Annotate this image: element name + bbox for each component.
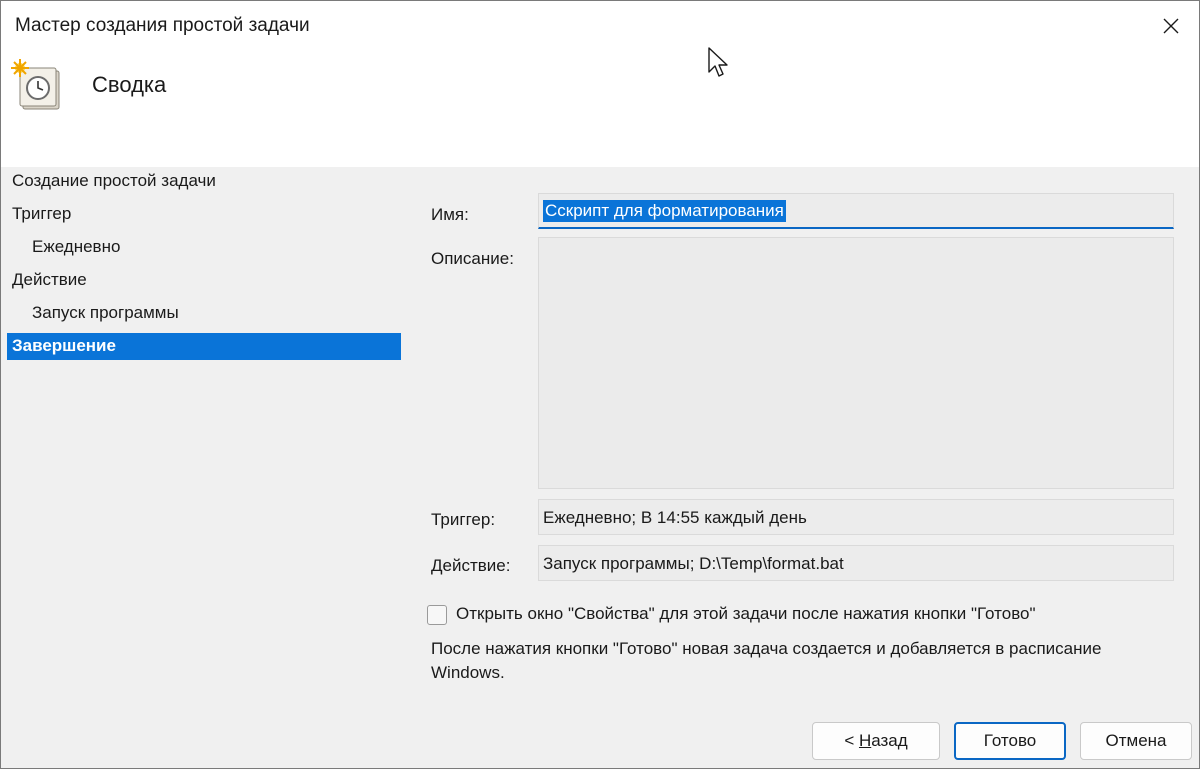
finish-note: После нажатия кнопки "Готово" новая зада… bbox=[431, 639, 1102, 682]
task-scheduler-clock-icon bbox=[11, 59, 60, 110]
name-input-value: Сскрипт для форматирования bbox=[543, 200, 786, 222]
name-label: Имя: bbox=[431, 205, 469, 224]
cancel-button[interactable]: Отмена bbox=[1080, 722, 1192, 760]
close-button[interactable] bbox=[1143, 1, 1199, 51]
wizard-step[interactable]: Ежедневно bbox=[7, 233, 401, 266]
wizard-step[interactable]: Запуск программы bbox=[7, 299, 401, 332]
close-icon bbox=[1163, 18, 1179, 34]
back-button-prefix: < bbox=[844, 731, 859, 750]
window-title: Мастер создания простой задачи bbox=[15, 15, 310, 36]
action-summary-field: Запуск программы; D:\Temp\format.bat bbox=[538, 545, 1174, 581]
open-properties-label[interactable]: Открыть окно "Свойства" для этой задачи … bbox=[456, 604, 1036, 624]
trigger-summary-value: Ежедневно; В 14:55 каждый день bbox=[543, 508, 807, 527]
open-properties-checkbox[interactable] bbox=[427, 605, 447, 625]
back-button-mnemonic: Н bbox=[858, 731, 872, 750]
name-input[interactable]: Сскрипт для форматирования bbox=[538, 193, 1174, 229]
finish-button[interactable]: Готово bbox=[954, 722, 1066, 760]
wizard-step[interactable]: Завершение bbox=[7, 333, 401, 360]
wizard-header: Сводка bbox=[1, 51, 1199, 167]
wizard-steps: Создание простой задачи Триггер Ежедневно Д… bbox=[7, 167, 401, 360]
wizard-step[interactable]: Создание простой задачи bbox=[7, 167, 401, 200]
page-title: Сводка bbox=[92, 72, 167, 97]
back-button[interactable]: < Назад bbox=[812, 722, 940, 760]
trigger-label: Триггер: bbox=[431, 510, 496, 529]
title-bar[interactable]: Мастер создания простой задачи bbox=[1, 1, 1199, 51]
mouse-pointer-icon bbox=[708, 47, 728, 77]
wizard-step[interactable]: Действие bbox=[7, 266, 401, 299]
cancel-button-label: Отмена bbox=[1105, 731, 1167, 750]
finish-button-label: Готово bbox=[983, 731, 1037, 750]
action-summary-value: Запуск программы; D:\Temp\format.bat bbox=[543, 554, 844, 573]
back-button-rest: азад bbox=[871, 731, 908, 750]
wizard-window: Мастер создания простой задачи Сводка Со… bbox=[0, 0, 1200, 769]
trigger-summary-field: Ежедневно; В 14:55 каждый день bbox=[538, 499, 1174, 535]
wizard-step[interactable]: Триггер bbox=[7, 200, 401, 233]
action-label: Действие: bbox=[431, 556, 511, 575]
description-label: Описание: bbox=[431, 249, 514, 268]
description-input[interactable] bbox=[538, 237, 1174, 489]
